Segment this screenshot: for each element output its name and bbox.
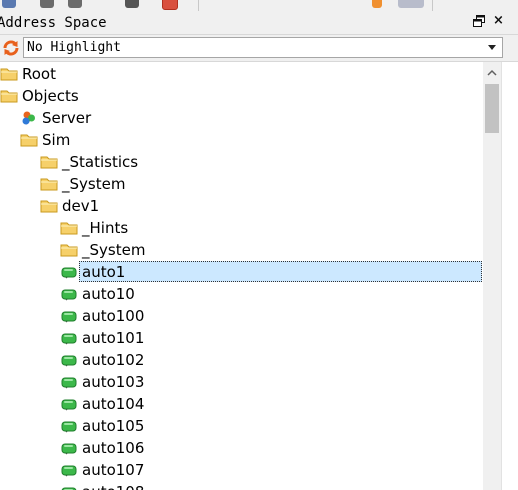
address-space-tree[interactable]: Root Objects Server Sim _Statistics _System de… — [0, 62, 483, 490]
tree-node-label[interactable]: Root — [22, 64, 56, 84]
tree-row[interactable]: Server — [0, 107, 483, 129]
tree-row[interactable]: auto1 — [0, 261, 483, 283]
toolbar-icon-3[interactable] — [68, 0, 82, 8]
panel-title: Address Space — [0, 15, 107, 31]
close-icon[interactable]: × — [493, 14, 504, 28]
tree-node-label[interactable]: _Hints — [82, 218, 128, 238]
tree-node-label[interactable]: Sim — [42, 130, 70, 150]
highlight-selected-value: No Highlight — [27, 40, 121, 55]
tree-node-label[interactable]: Server — [42, 108, 91, 128]
tag-icon — [60, 286, 78, 302]
tag-icon — [60, 264, 78, 280]
tree-row[interactable]: _Hints — [0, 217, 483, 239]
tree-node-label[interactable]: auto107 — [82, 460, 144, 480]
tree-node-label[interactable]: auto105 — [82, 416, 144, 436]
refresh-icon[interactable] — [2, 39, 20, 57]
toolbar-icon-2[interactable] — [40, 0, 54, 8]
folder-icon — [60, 242, 78, 258]
tree-node-label[interactable]: _Statistics — [62, 152, 138, 172]
tree-row[interactable]: dev1 — [0, 195, 483, 217]
toolbar-separator — [198, 0, 199, 11]
scrollbar-thumb[interactable] — [485, 84, 499, 133]
tree-node-label[interactable]: auto101 — [82, 328, 144, 348]
tree-row[interactable]: _System — [0, 239, 483, 261]
tree-node-label[interactable]: auto108 — [82, 482, 144, 490]
tree-row[interactable]: auto108 — [0, 481, 483, 490]
folder-icon — [60, 220, 78, 236]
tag-icon — [60, 374, 78, 390]
tree-row[interactable]: Sim — [0, 129, 483, 151]
tree-row[interactable]: auto10 — [0, 283, 483, 305]
folder-icon — [40, 154, 58, 170]
tree-row[interactable]: auto106 — [0, 437, 483, 459]
tree-row[interactable]: _Statistics — [0, 151, 483, 173]
tree-node-label[interactable]: Objects — [22, 86, 79, 106]
tree-node-label[interactable]: auto106 — [82, 438, 144, 458]
tree-node-label[interactable]: _System — [62, 174, 125, 194]
chevron-down-icon[interactable] — [488, 45, 496, 50]
tree-row[interactable]: Root — [0, 63, 483, 85]
tag-icon — [60, 330, 78, 346]
tag-icon — [60, 462, 78, 478]
tree-node-label[interactable]: auto102 — [82, 350, 144, 370]
tag-icon — [60, 396, 78, 412]
tree-node-label[interactable]: auto103 — [82, 372, 144, 392]
main-toolbar — [0, 0, 518, 11]
tree-row[interactable]: auto101 — [0, 327, 483, 349]
window-restore-icon[interactable] — [473, 15, 485, 27]
tag-icon — [60, 440, 78, 456]
highlight-toolbar: No Highlight — [0, 35, 518, 62]
tree-row[interactable]: auto107 — [0, 459, 483, 481]
folder-icon — [40, 176, 58, 192]
server-icon — [20, 110, 38, 126]
tag-icon — [60, 418, 78, 434]
chevron-up-icon[interactable] — [483, 62, 501, 84]
toolbar-icon-5[interactable] — [162, 0, 178, 10]
tag-icon — [60, 308, 78, 324]
tag-icon — [60, 352, 78, 368]
selection-highlight — [79, 261, 482, 282]
toolbar-icon-6[interactable] — [372, 0, 382, 8]
toolbar-icon-7[interactable] — [398, 0, 424, 8]
folder-icon — [20, 132, 38, 148]
tree-row[interactable]: auto100 — [0, 305, 483, 327]
tree-node-label[interactable]: _System — [82, 240, 145, 260]
highlight-select[interactable]: No Highlight — [23, 37, 503, 58]
tree-scrollbar[interactable] — [483, 62, 501, 490]
tree-row[interactable]: _System — [0, 173, 483, 195]
tree-node-label[interactable]: auto1 — [82, 262, 125, 282]
tree-node-label[interactable]: auto104 — [82, 394, 144, 414]
tree-row[interactable]: auto105 — [0, 415, 483, 437]
tree-row[interactable]: auto103 — [0, 371, 483, 393]
toolbar-separator — [432, 0, 433, 11]
address-space-panel-header: Address Space × — [0, 11, 518, 35]
folder-icon — [0, 66, 18, 82]
tree-node-label[interactable]: auto10 — [82, 284, 135, 304]
tree-node-label[interactable]: dev1 — [62, 196, 99, 216]
folder-icon — [0, 88, 18, 104]
tree-node-label[interactable]: auto100 — [82, 306, 144, 326]
toolbar-icon-1[interactable] — [2, 0, 16, 8]
tree-row[interactable]: auto102 — [0, 349, 483, 371]
panel-right-edge — [501, 62, 518, 490]
tag-icon — [60, 484, 78, 490]
tree-row[interactable]: Objects — [0, 85, 483, 107]
folder-icon — [40, 198, 58, 214]
toolbar-icon-4[interactable] — [125, 0, 139, 8]
tree-row[interactable]: auto104 — [0, 393, 483, 415]
